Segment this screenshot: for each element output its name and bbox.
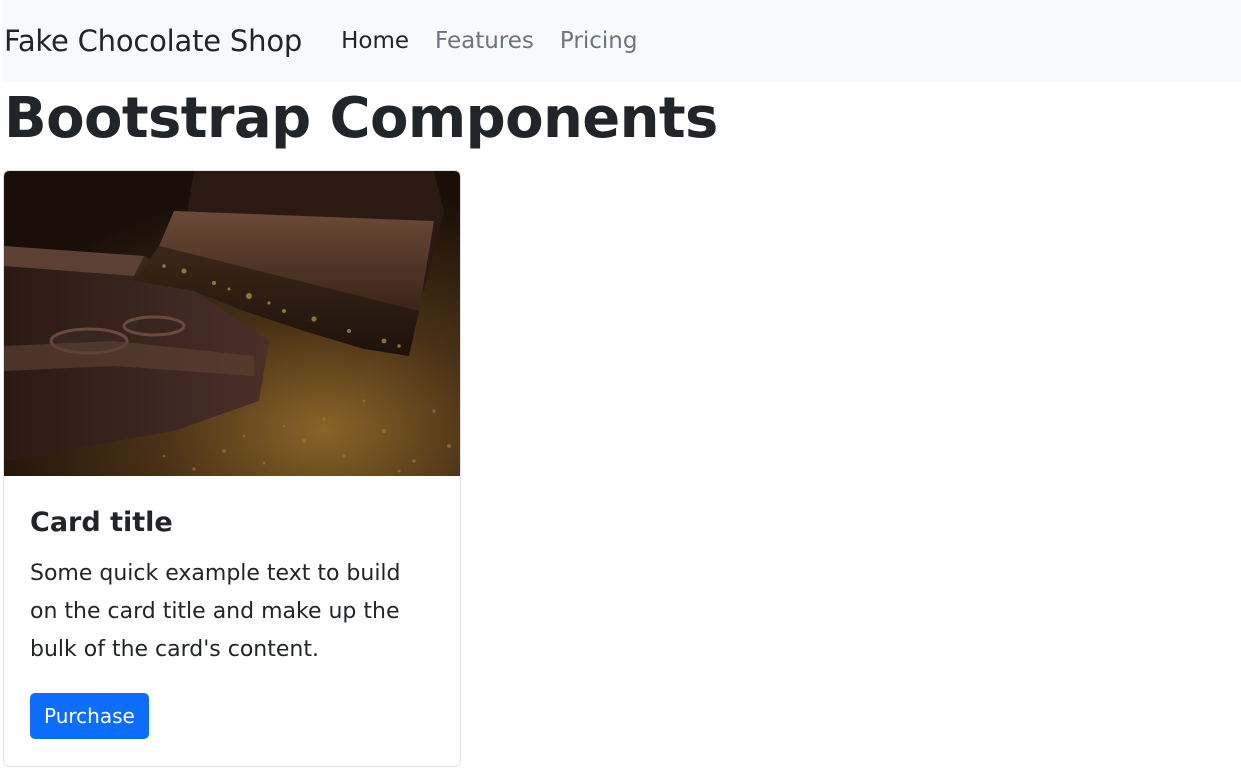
product-card: Card title Some quick example text to bu… — [3, 170, 461, 767]
card-image — [4, 171, 460, 476]
nav-link-features[interactable]: Features — [435, 28, 534, 54]
navbar-brand[interactable]: Fake Chocolate Shop — [4, 24, 302, 58]
card-text: Some quick example text to build on the … — [30, 561, 401, 662]
page-title: Bootstrap Components — [4, 86, 718, 151]
card-title: Card title — [30, 507, 173, 538]
nav-link-pricing[interactable]: Pricing — [560, 28, 638, 54]
navbar: Fake Chocolate Shop Home Features Pricin… — [3, 0, 1241, 82]
purchase-button[interactable]: Purchase — [30, 693, 149, 739]
nav-link-home[interactable]: Home — [341, 28, 409, 54]
card-body: Card title Some quick example text to bu… — [4, 506, 460, 739]
